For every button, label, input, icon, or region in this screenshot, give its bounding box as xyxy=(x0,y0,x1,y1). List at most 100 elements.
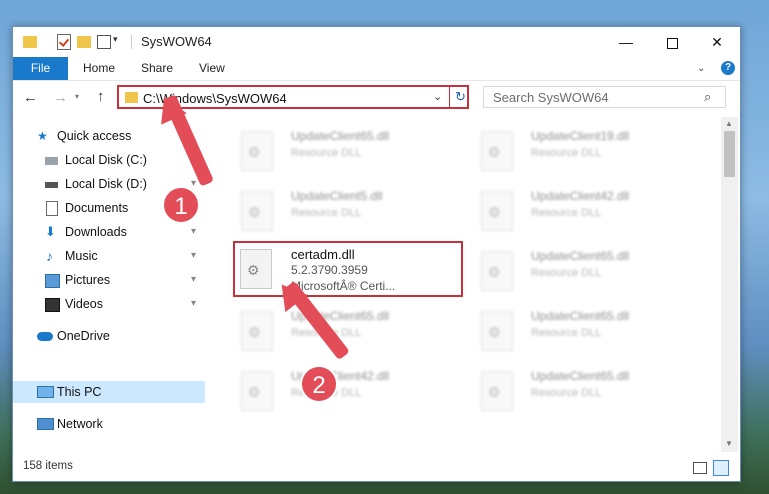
step-1-badge: 1 xyxy=(162,186,200,224)
sidebar-item-local-disk-c[interactable]: Local Disk (C:) ▾ xyxy=(13,149,205,171)
drive-icon xyxy=(45,182,58,188)
list-item[interactable]: UpdateClient42.dll Resource DLL xyxy=(473,181,703,237)
up-button[interactable]: ↑ xyxy=(97,88,105,105)
dll-file-icon xyxy=(241,131,273,171)
minimize-button[interactable]: — xyxy=(603,27,649,57)
list-item[interactable]: UpdateClient5.dll Resource DLL xyxy=(233,181,463,237)
music-icon: ♪ xyxy=(46,248,53,264)
file-description: Resource DLL xyxy=(531,327,602,339)
sidebar-item-label: Music xyxy=(65,249,98,263)
file-description: Resource DLL xyxy=(291,207,362,219)
explorer-window: ▾ SysWOW64 — ✕ File Home Share View ⌄ ? … xyxy=(12,26,741,482)
properties-icon[interactable] xyxy=(97,35,111,49)
scroll-up-icon[interactable]: ▲ xyxy=(725,119,733,128)
dll-file-icon xyxy=(481,371,513,411)
picture-icon xyxy=(45,274,60,288)
tab-view[interactable]: View xyxy=(199,57,225,80)
sidebar-item-network[interactable]: Network xyxy=(13,413,205,435)
help-icon[interactable]: ? xyxy=(721,61,735,75)
folder-icon xyxy=(125,92,138,103)
file-name: UpdateClient42.dll xyxy=(531,189,630,203)
dll-file-icon xyxy=(241,191,273,231)
pin-icon[interactable]: ▾ xyxy=(191,293,196,315)
dll-file-icon xyxy=(241,311,273,351)
dll-file-icon xyxy=(481,311,513,351)
sidebar-item-onedrive[interactable]: OneDrive xyxy=(13,325,205,347)
search-placeholder: Search SysWOW64 xyxy=(493,90,609,105)
sidebar-item-label: Documents xyxy=(65,201,129,215)
pin-icon[interactable]: ▾ xyxy=(191,221,196,243)
sidebar-item-pictures[interactable]: Pictures ▾ xyxy=(13,269,205,291)
certadm-file-item[interactable]: certadm.dll 5.2.3790.3959 MicrosoftÂ® Ce… xyxy=(233,241,463,297)
folder-icon xyxy=(23,36,37,48)
address-dropdown-icon[interactable]: ⌄ xyxy=(433,90,442,103)
large-icons-view-icon[interactable] xyxy=(713,460,729,476)
list-item[interactable]: UpdateClient19.dll Resource DLL xyxy=(473,121,703,177)
ribbon-expand-icon[interactable]: ⌄ xyxy=(697,63,705,74)
sidebar-item-label: Local Disk (C:) xyxy=(65,153,147,167)
back-button[interactable]: ← xyxy=(23,89,38,106)
network-icon xyxy=(37,418,54,430)
sidebar-item-music[interactable]: ♪ Music ▾ xyxy=(13,245,205,267)
sidebar-item-downloads[interactable]: ⬇ Downloads ▾ xyxy=(13,221,205,243)
sidebar-item-label: Quick access xyxy=(57,129,132,143)
maximize-icon xyxy=(666,37,678,49)
title-divider xyxy=(131,35,132,49)
item-count: 158 items xyxy=(23,460,73,472)
navigation-pane: ★ Quick access Local Disk (C:) ▾ Local D… xyxy=(13,119,205,452)
sidebar-item-this-pc[interactable]: This PC xyxy=(13,381,205,403)
dll-file-icon xyxy=(481,131,513,171)
details-view-icon[interactable] xyxy=(693,462,707,474)
quick-access-dropdown-icon[interactable]: ▾ xyxy=(113,34,118,52)
sidebar-item-label: Network xyxy=(57,417,103,431)
new-folder-icon[interactable] xyxy=(77,36,91,48)
file-description: Resource DLL xyxy=(531,147,602,159)
sidebar-item-label: Downloads xyxy=(65,225,127,239)
file-name: UpdateClient65.dll xyxy=(531,309,630,323)
status-bar: 158 items xyxy=(13,457,740,480)
maximize-button[interactable] xyxy=(649,27,695,57)
scroll-down-icon[interactable]: ▼ xyxy=(725,439,733,448)
sidebar-item-label: Videos xyxy=(65,297,103,311)
list-item[interactable]: UpdateClient65.dll Resource DLL xyxy=(473,361,703,417)
cloud-icon xyxy=(37,332,53,341)
file-name: UpdateClient65.dll xyxy=(531,369,630,383)
sidebar-item-label: Local Disk (D:) xyxy=(65,177,147,191)
forward-button[interactable]: → xyxy=(53,89,68,106)
sidebar-item-label: Pictures xyxy=(65,273,111,287)
file-name: UpdateClient5.dll xyxy=(291,189,383,203)
file-description: Resource DLL xyxy=(531,387,602,399)
vertical-scrollbar[interactable]: ▲ ▼ xyxy=(721,117,738,452)
tab-share[interactable]: Share xyxy=(141,57,173,80)
list-item[interactable]: UpdateClient65.dll Resource DLL xyxy=(473,241,703,297)
sidebar-item-videos[interactable]: Videos ▾ xyxy=(13,293,205,315)
ribbon-tabs: File Home Share View ⌄ ? xyxy=(13,57,740,81)
search-input[interactable]: Search SysWOW64 ⌕ xyxy=(483,86,726,108)
file-description: MicrosoftÂ® Certi... xyxy=(291,279,396,293)
file-description: Resource DLL xyxy=(291,147,362,159)
window-title: SysWOW64 xyxy=(141,34,212,49)
scrollbar-thumb[interactable] xyxy=(724,131,735,177)
tab-home[interactable]: Home xyxy=(83,57,115,80)
pin-icon[interactable]: ▾ xyxy=(191,245,196,267)
tab-file[interactable]: File xyxy=(13,57,68,80)
dll-file-icon xyxy=(241,371,273,411)
close-button[interactable]: ✕ xyxy=(694,27,740,57)
list-item[interactable]: UpdateClient65.dll Resource DLL xyxy=(473,301,703,357)
dll-file-icon xyxy=(240,249,272,289)
sidebar-item-label: This PC xyxy=(57,385,102,399)
list-item[interactable]: UpdateClient65.dll Resource DLL xyxy=(233,121,463,177)
dll-file-icon xyxy=(481,191,513,231)
pin-icon[interactable]: ▾ xyxy=(191,269,196,291)
refresh-button[interactable]: ↻ xyxy=(455,89,466,105)
file-name: UpdateClient65.dll xyxy=(531,249,630,263)
download-icon: ⬇ xyxy=(45,224,56,239)
file-name: UpdateClient19.dll xyxy=(531,129,630,143)
properties-check-icon[interactable] xyxy=(57,34,71,50)
list-item[interactable]: UpdateClient42.dll Resource DLL xyxy=(233,361,463,417)
document-icon xyxy=(46,201,58,216)
recent-locations-dropdown[interactable]: ▾ xyxy=(75,92,79,101)
file-description: Resource DLL xyxy=(531,207,602,219)
dll-file-icon xyxy=(481,251,513,291)
video-icon xyxy=(45,298,60,312)
